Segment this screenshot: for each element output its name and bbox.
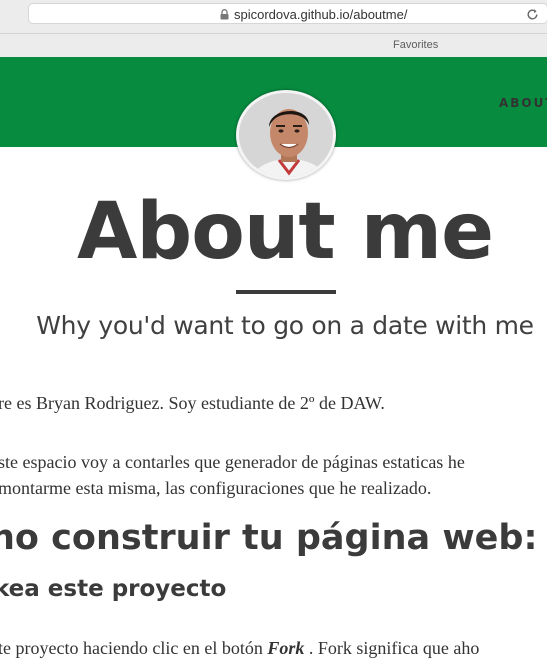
title-divider [236, 290, 336, 294]
favorites-bar: Favorites [0, 33, 547, 58]
favorites-label[interactable]: Favorites [393, 39, 438, 51]
url-text: spicordova.github.io/aboutme/ [234, 7, 408, 22]
intro-paragraph: re es Bryan Rodriguez. Soy estudiante de… [0, 393, 385, 413]
description-line-1: ste espacio voy a contarles que generado… [0, 452, 465, 472]
nav-link-about[interactable]: ABOUT [499, 96, 547, 110]
browser-chrome: spicordova.github.io/aboutme/ Favorites [0, 0, 547, 57]
reload-icon[interactable] [526, 8, 539, 21]
fork-paragraph: te proyecto haciendo clic en el botón Fo… [0, 638, 479, 659]
page-subtitle: Why you'd want to go on a date with me [36, 311, 534, 340]
profile-photo [239, 93, 333, 177]
page-title: About me [77, 187, 494, 277]
description-line-2: montarme esta misma, las configuraciones… [0, 478, 432, 498]
fork-text-before: te proyecto haciendo clic en el botón [0, 638, 268, 658]
section-heading: no construir tu página web: [0, 518, 538, 558]
fork-keyword: Fork [267, 638, 305, 658]
avatar [236, 90, 336, 180]
lock-icon [220, 9, 229, 20]
section-subheading: kea este proyecto [0, 576, 227, 602]
fork-text-after: . Fork significa que aho [304, 638, 480, 658]
address-bar[interactable]: spicordova.github.io/aboutme/ [28, 3, 547, 24]
